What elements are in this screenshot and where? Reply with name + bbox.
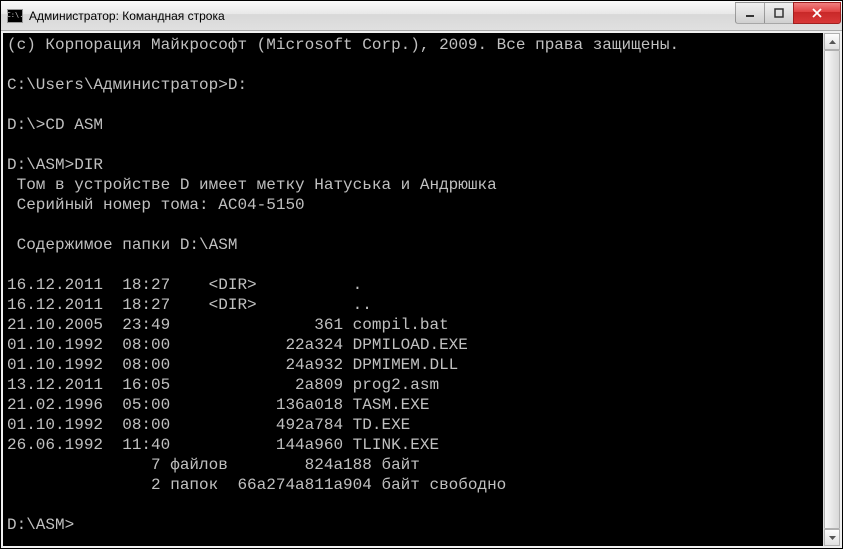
dir-entry: 21.10.2005 23:49 361 compil.bat [7, 316, 449, 334]
app-icon: C:\. [7, 9, 23, 23]
summary-dirs-line: 2 папок 66а274а811а904 байт свободно [7, 476, 506, 494]
close-button[interactable] [793, 2, 841, 24]
terminal-output[interactable]: (c) Корпорация Майкрософт (Microsoft Cor… [3, 33, 823, 546]
serial-line: Серийный номер тома: AC04-5150 [7, 196, 305, 214]
prompt-line: D:\>CD ASM [7, 116, 103, 134]
scroll-down-button[interactable] [824, 529, 840, 546]
dir-entry: 01.10.1992 08:00 22а324 DPMILOAD.EXE [7, 336, 468, 354]
scrollbar-thumb[interactable] [824, 50, 840, 529]
dir-entry: 16.12.2011 18:27 <DIR> .. [7, 296, 372, 314]
scrollbar-track[interactable] [824, 50, 840, 529]
contents-header-line: Содержимое папки D:\ASM [7, 236, 237, 254]
dir-entry: 21.02.1996 05:00 136а018 TASM.EXE [7, 396, 429, 414]
vertical-scrollbar[interactable] [823, 33, 840, 546]
window-title: Администратор: Командная строка [29, 9, 736, 23]
dir-entry: 13.12.2011 16:05 2а809 prog2.asm [7, 376, 439, 394]
window-controls [736, 2, 841, 24]
minimize-button[interactable] [735, 2, 765, 24]
dir-entry: 01.10.1992 08:00 24а932 DPMIMEM.DLL [7, 356, 458, 374]
client-area: (c) Корпорация Майкрософт (Microsoft Cor… [1, 31, 842, 548]
prompt-line: C:\Users\Администратор>D: [7, 76, 247, 94]
command-prompt-window: C:\. Администратор: Командная строка (c)… [0, 0, 843, 549]
maximize-button[interactable] [764, 2, 794, 24]
dir-entry: 26.06.1992 11:40 144а960 TLINK.EXE [7, 436, 439, 454]
copyright-line: (c) Корпорация Майкрософт (Microsoft Cor… [7, 36, 679, 54]
summary-files-line: 7 файлов 824а188 байт [7, 456, 420, 474]
dir-entry: 16.12.2011 18:27 <DIR> . [7, 276, 362, 294]
titlebar[interactable]: C:\. Администратор: Командная строка [1, 1, 842, 31]
scroll-up-button[interactable] [824, 33, 840, 50]
prompt-line: D:\ASM> [7, 516, 74, 534]
volume-label-line: Том в устройстве D имеет метку Натуська … [7, 176, 497, 194]
dir-entry: 01.10.1992 08:00 492а784 TD.EXE [7, 416, 410, 434]
prompt-line: D:\ASM>DIR [7, 156, 103, 174]
